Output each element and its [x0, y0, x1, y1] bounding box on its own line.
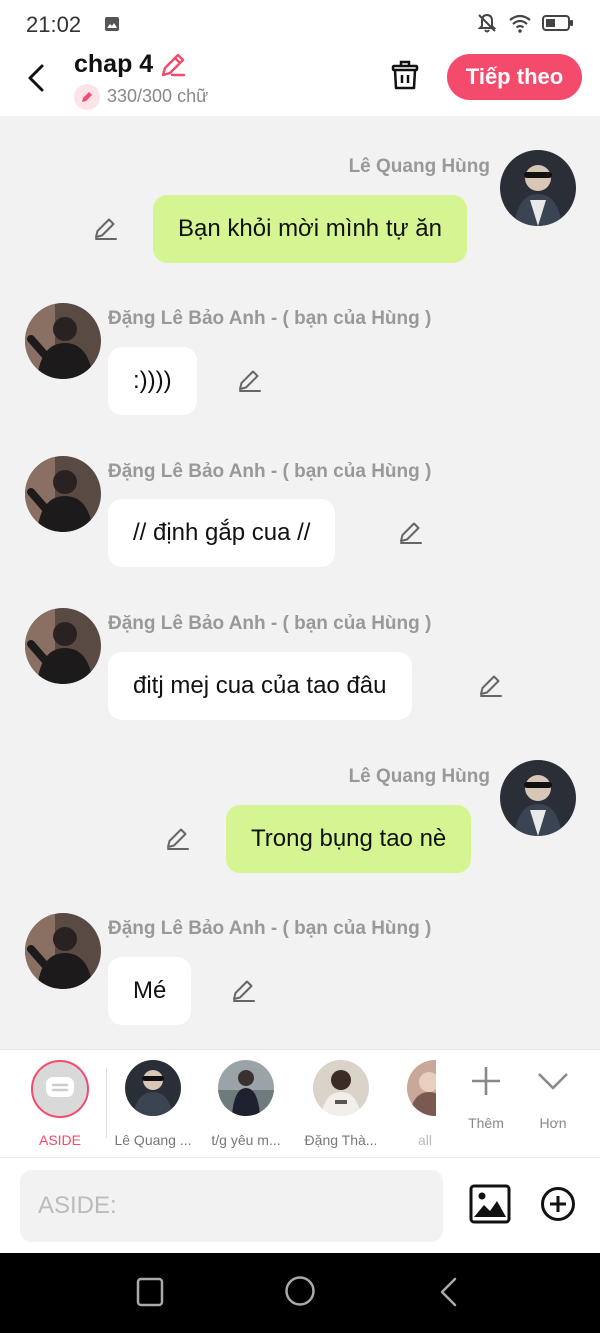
chapter-title: chap 4 [74, 50, 154, 78]
edit-message-icon[interactable] [164, 825, 192, 853]
word-count: 330/300 chữ [107, 86, 209, 106]
sender-name: Đặng Lê Bảo Anh - ( bạn của Hùng ) [108, 918, 432, 939]
chat-area: Lê Quang Hùng Bạn khỏi mời mình tự ăn Đặ… [0, 116, 600, 1049]
plus-icon [469, 1067, 503, 1102]
character-item[interactable]: Lê Quang ... [108, 1060, 198, 1148]
aside-chat-icon [31, 1060, 89, 1118]
character-avatar [125, 1060, 181, 1116]
edit-message-icon[interactable] [477, 672, 505, 700]
message-bubble[interactable]: Mé [108, 957, 192, 1025]
edit-message-icon[interactable] [230, 977, 258, 1005]
avatar[interactable] [25, 456, 101, 532]
more-button[interactable]: Hơn [523, 1064, 583, 1131]
sender-name: Đặng Lê Bảo Anh - ( bạn của Hùng ) [108, 613, 432, 634]
sender-name: Lê Quang Hùng [348, 156, 490, 177]
delete-trash-icon[interactable] [388, 58, 422, 97]
character-aside[interactable]: ASIDE [15, 1060, 105, 1148]
avatar[interactable] [25, 913, 101, 989]
character-avatar [407, 1060, 436, 1116]
avatar[interactable] [500, 150, 576, 226]
edit-message-icon[interactable] [397, 519, 425, 547]
mute-bell-icon [476, 12, 498, 39]
edit-message-icon[interactable] [92, 215, 120, 243]
message-bubble[interactable]: // định gắp cua // [108, 499, 336, 567]
sender-name: Lê Quang Hùng [348, 766, 490, 787]
sender-name: Đặng Lê Bảo Anh - ( bạn của Hùng ) [108, 461, 432, 482]
status-time: 21:02 [26, 12, 82, 37]
message-bubble[interactable]: Bạn khỏi mời mình tự ăn [153, 195, 467, 263]
recent-apps-icon[interactable] [136, 1277, 164, 1312]
chevron-down-icon [536, 1073, 570, 1102]
input-bar [0, 1157, 600, 1253]
word-count-pencil-icon [74, 84, 100, 110]
back-arrow-icon[interactable] [20, 60, 56, 96]
divider [106, 1068, 107, 1138]
more-label: Hơn [539, 1115, 567, 1131]
editor-header: chap 4 330/300 chữ Tiếp theo [0, 48, 600, 116]
character-label: Đặng Thà... [304, 1132, 378, 1148]
nav-back-icon[interactable] [438, 1277, 460, 1312]
avatar[interactable] [25, 608, 101, 684]
avatar[interactable] [25, 303, 101, 379]
character-bar: ASIDE Lê Quang ... t/g yêu m... Đặng Thà… [0, 1049, 600, 1157]
gallery-notification-icon [104, 16, 120, 37]
edit-title-pencil-icon[interactable] [158, 50, 188, 85]
message-input[interactable] [20, 1170, 443, 1242]
add-circle-icon[interactable] [540, 1186, 576, 1227]
character-item[interactable]: Đặng Thà... [296, 1060, 386, 1148]
edit-message-icon[interactable] [236, 367, 264, 395]
character-label: t/g yêu m... [211, 1132, 281, 1148]
character-label: all [417, 1132, 432, 1148]
sender-name: Đặng Lê Bảo Anh - ( bạn của Hùng ) [108, 308, 432, 329]
wifi-icon [508, 13, 532, 38]
system-nav-bar [0, 1253, 600, 1333]
status-bar: 21:02 [0, 0, 600, 48]
next-button[interactable]: Tiếp theo [447, 54, 582, 100]
character-avatar [313, 1060, 369, 1116]
message-bubble[interactable]: Trong bụng tao nè [226, 805, 472, 873]
image-icon[interactable] [469, 1184, 511, 1229]
avatar[interactable] [500, 760, 576, 836]
add-label: Thêm [468, 1115, 504, 1131]
battery-icon [542, 14, 574, 37]
home-icon[interactable] [284, 1275, 316, 1312]
character-label: Lê Quang ... [114, 1132, 192, 1148]
message-bubble[interactable]: :)))) [108, 347, 197, 415]
message-bubble[interactable]: đitj mej cua của tao đâu [108, 652, 412, 720]
character-item[interactable]: t/g yêu m... [201, 1060, 291, 1148]
character-avatar [218, 1060, 274, 1116]
character-label: ASIDE [38, 1132, 81, 1148]
character-item[interactable]: all [378, 1060, 436, 1148]
add-character-button[interactable]: Thêm [456, 1064, 516, 1131]
